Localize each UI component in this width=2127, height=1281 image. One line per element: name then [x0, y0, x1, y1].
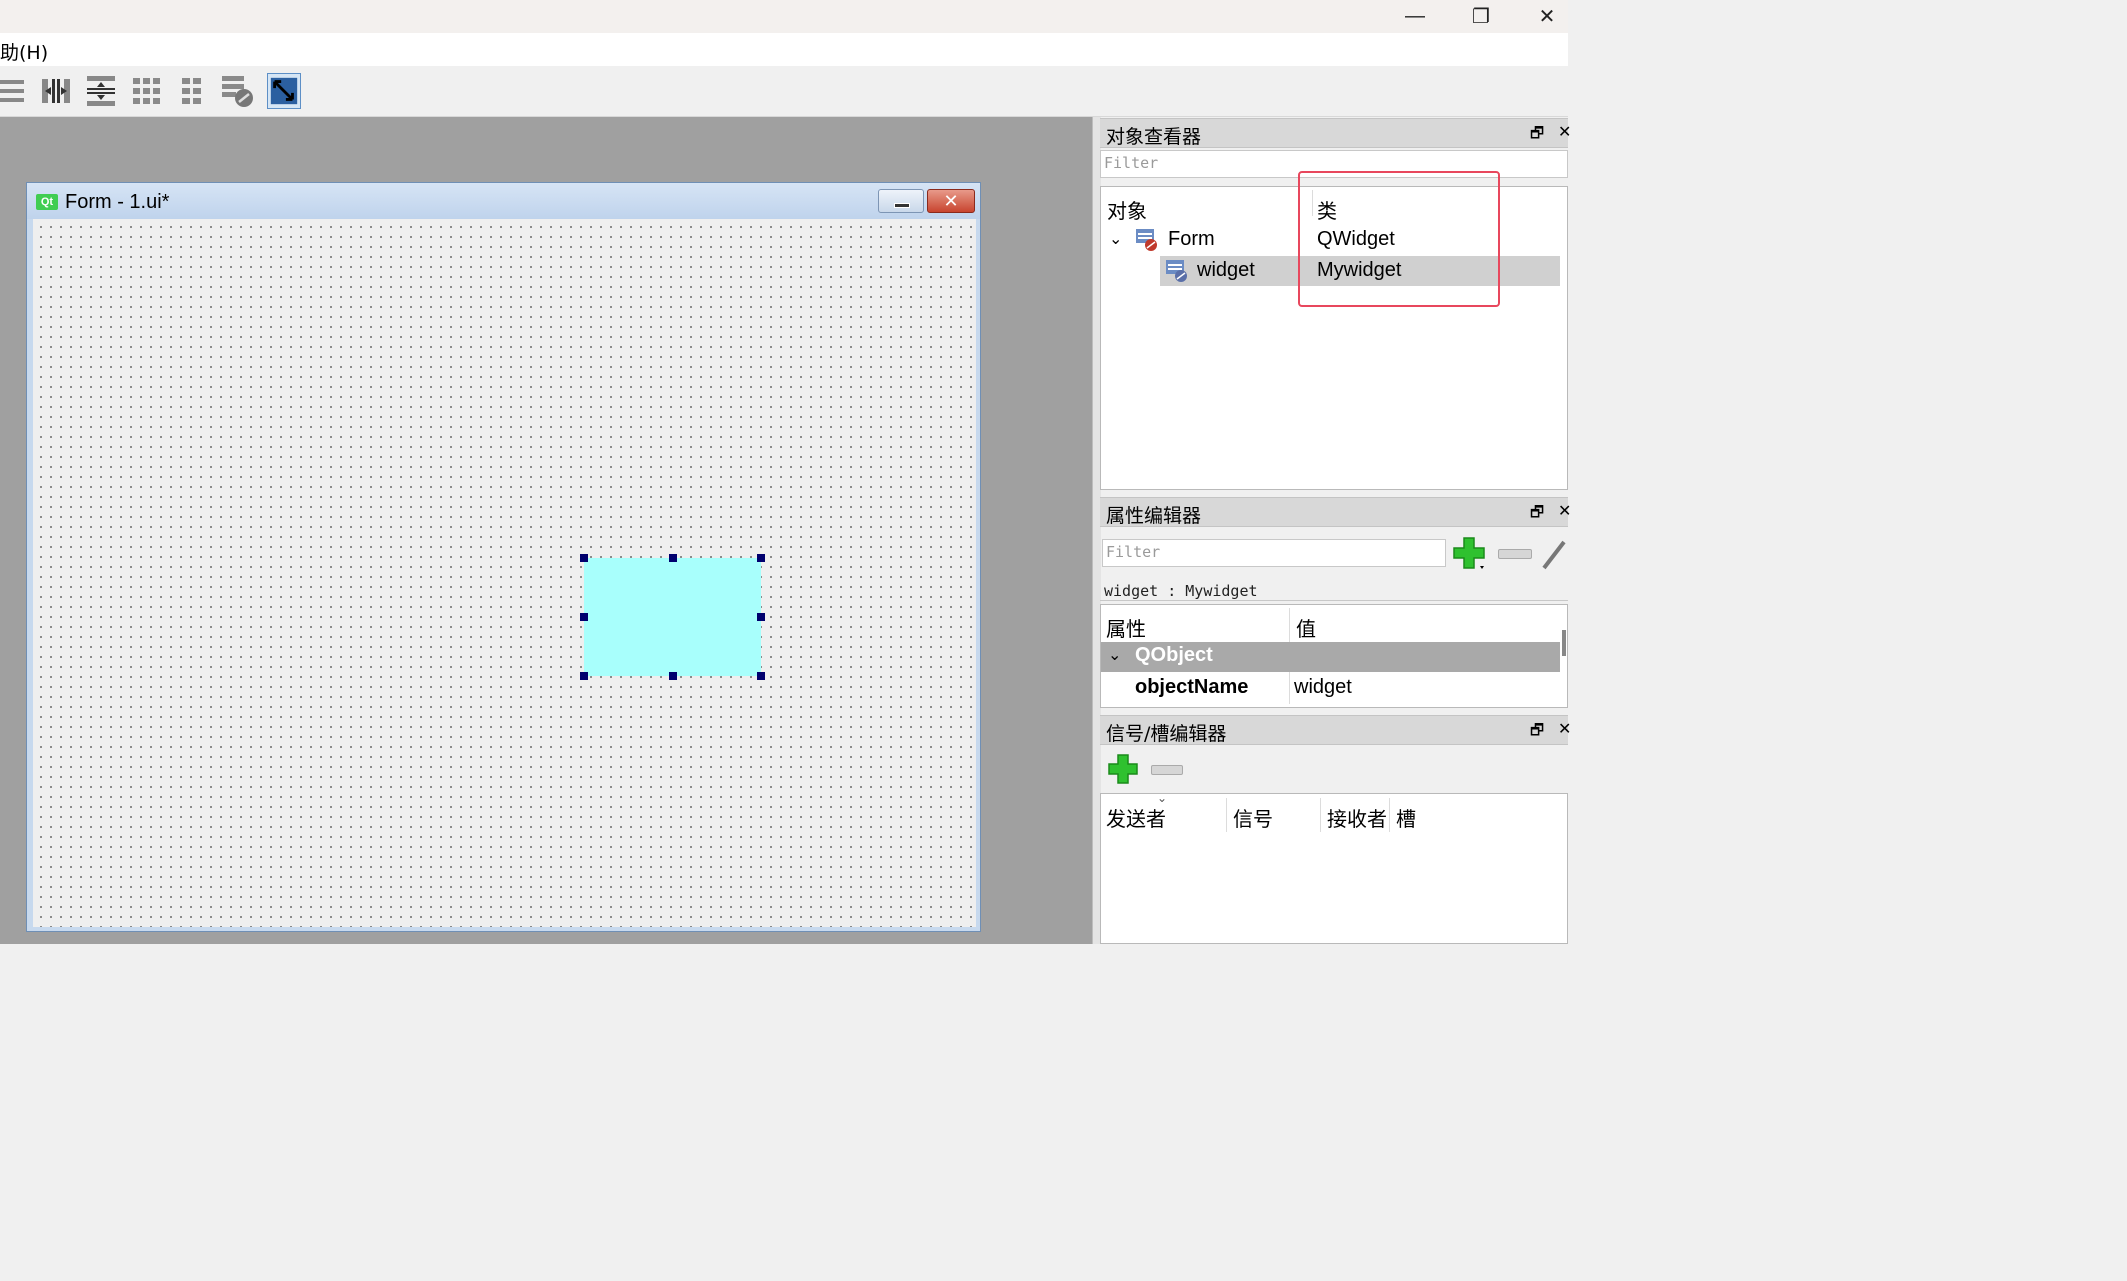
resize-handle[interactable]: [580, 613, 588, 621]
tree-item-widget-object[interactable]: widget: [1197, 259, 1255, 282]
property-editor-title: 属性编辑器: [1106, 505, 1202, 527]
dock-float-icon[interactable]: 🗗: [1530, 720, 1544, 745]
widget-icon: [1166, 260, 1187, 282]
layout-vertical-splitter-icon[interactable]: [84, 73, 118, 109]
property-value-objectname[interactable]: widget: [1294, 676, 1352, 699]
property-filter-input[interactable]: Filter: [1102, 539, 1446, 567]
column-divider[interactable]: [1320, 798, 1321, 832]
object-inspector-header: 对象查看器 🗗 ✕: [1100, 118, 1571, 148]
dock-close-icon[interactable]: ✕: [1558, 122, 1571, 142]
resize-handle[interactable]: [580, 672, 588, 680]
signal-slot-editor-title: 信号/槽编辑器: [1106, 723, 1227, 745]
add-connection-icon[interactable]: [1107, 753, 1139, 785]
layout-horizontal-splitter-icon[interactable]: [39, 73, 73, 109]
expand-arrow-icon[interactable]: ⌄: [1109, 229, 1122, 249]
remove-property-button[interactable]: [1498, 549, 1532, 559]
column-header-property[interactable]: 属性: [1106, 613, 1146, 642]
resize-handle[interactable]: [580, 554, 588, 562]
dock-float-icon[interactable]: 🗗: [1530, 502, 1544, 527]
layout-grid-icon[interactable]: [130, 73, 164, 109]
remove-connection-button[interactable]: [1151, 765, 1183, 775]
column-divider[interactable]: [1389, 798, 1390, 832]
layout-form-icon[interactable]: [176, 73, 210, 109]
dock-close-icon[interactable]: ✕: [1558, 719, 1571, 739]
column-header-slot[interactable]: 槽: [1396, 803, 1416, 832]
form-title: Form - 1.ui*: [65, 191, 170, 213]
layout-vertical-icon[interactable]: [0, 73, 28, 109]
column-header-receiver[interactable]: 接收者: [1327, 803, 1387, 832]
column-header-signal[interactable]: 信号: [1233, 803, 1273, 832]
form-title-bar[interactable]: Qt Form - 1.ui* ✕: [27, 183, 980, 219]
menu-help[interactable]: 助(H): [0, 38, 48, 65]
dock-close-icon[interactable]: ✕: [1558, 501, 1571, 521]
column-header-object[interactable]: 对象: [1107, 195, 1147, 224]
resize-handle[interactable]: [757, 554, 765, 562]
tree-item-form-object[interactable]: Form: [1168, 228, 1215, 251]
window-title-bar: [0, 0, 1568, 33]
divider: [1100, 600, 1568, 601]
property-editor-header: 属性编辑器 🗗 ✕: [1100, 497, 1571, 527]
signal-slot-editor-header: 信号/槽编辑器 🗗 ✕: [1100, 715, 1571, 745]
form-close-button[interactable]: ✕: [927, 189, 975, 213]
restore-button[interactable]: ❐: [1448, 0, 1514, 33]
close-window-button[interactable]: ✕: [1514, 0, 1580, 33]
form-canvas[interactable]: [33, 219, 976, 927]
property-name-objectname[interactable]: objectName: [1135, 676, 1248, 699]
break-layout-icon[interactable]: [220, 73, 254, 109]
column-divider[interactable]: [1226, 798, 1227, 832]
form-widget-icon: [1136, 229, 1157, 251]
mywidget-instance[interactable]: [584, 558, 761, 676]
highlight-annotation-box: [1298, 171, 1500, 307]
dock-float-icon[interactable]: 🗗: [1530, 123, 1544, 148]
resize-handle[interactable]: [757, 672, 765, 680]
column-header-value[interactable]: 值: [1296, 613, 1316, 642]
resize-handle[interactable]: [669, 672, 677, 680]
resize-handle[interactable]: [757, 613, 765, 621]
qt-logo-icon: Qt: [36, 194, 58, 210]
adjust-size-icon[interactable]: [267, 73, 301, 109]
add-dynamic-property-icon[interactable]: [1452, 536, 1488, 572]
form-window: Qt Form - 1.ui* ✕: [26, 182, 981, 932]
column-header-sender[interactable]: 发送者: [1106, 803, 1166, 832]
menu-bar: [0, 33, 1568, 66]
property-context-label: widget : Mywidget: [1104, 582, 1258, 600]
collapse-arrow-icon[interactable]: ⌄: [1108, 645, 1121, 665]
form-minimize-button[interactable]: [878, 189, 924, 213]
resize-handle[interactable]: [669, 554, 677, 562]
property-group-qobject: QObject: [1135, 644, 1213, 666]
configure-wrench-icon[interactable]: [1540, 536, 1568, 572]
object-inspector-title: 对象查看器: [1106, 126, 1202, 148]
minimize-button[interactable]: —: [1382, 0, 1448, 33]
scrollbar-thumb[interactable]: [1562, 630, 1566, 656]
